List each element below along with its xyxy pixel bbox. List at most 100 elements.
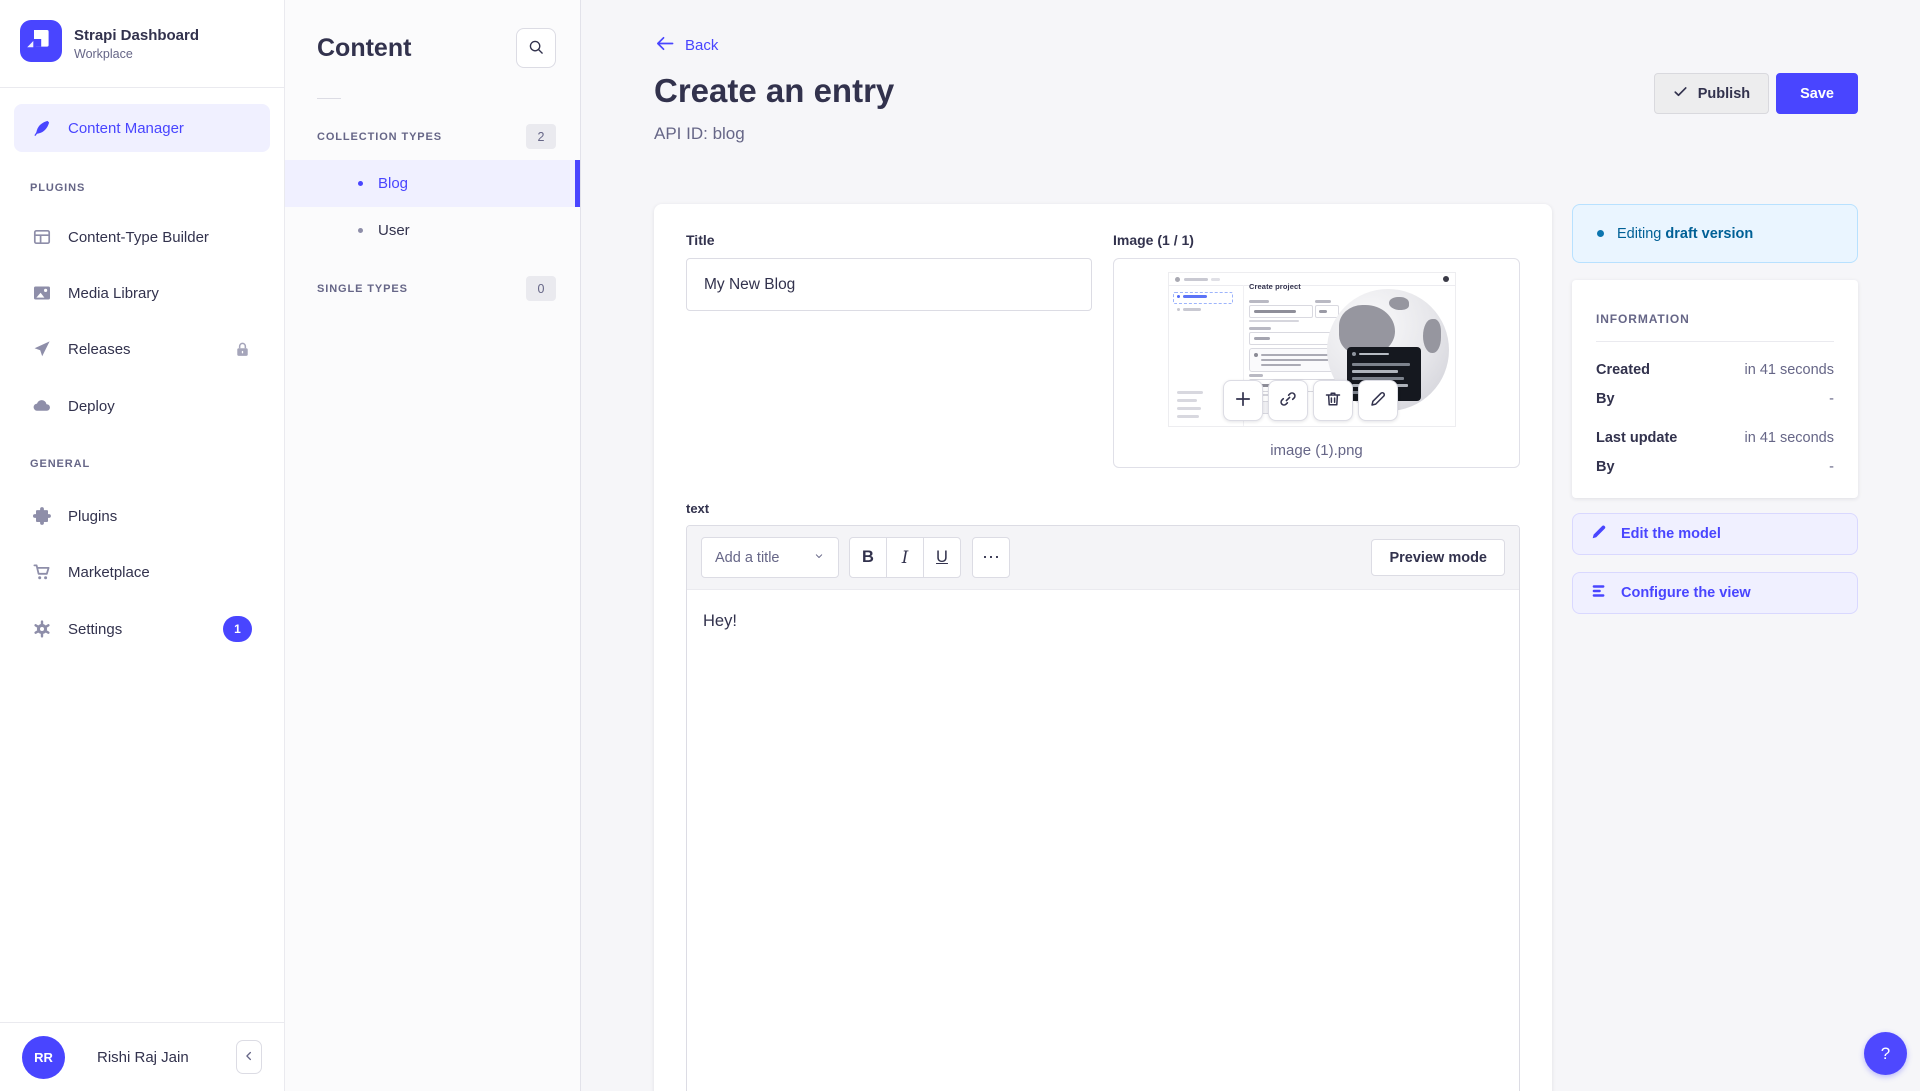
- thumbnail-logo: [1175, 277, 1180, 282]
- title-style-select[interactable]: Add a title: [701, 537, 839, 578]
- subnav-title: Content: [317, 34, 411, 63]
- text-field-label: text: [686, 501, 709, 516]
- single-types-header: SINGLE TYPES 0: [285, 276, 580, 301]
- configure-view-label: Configure the view: [1621, 585, 1751, 601]
- image-field-card: Create project: [1113, 258, 1520, 468]
- bullet-icon: [358, 181, 363, 186]
- subnav-item-user[interactable]: User: [285, 207, 580, 254]
- subnav-item-blog[interactable]: Blog: [285, 160, 580, 207]
- thumbnail-nav-bar: [1177, 391, 1203, 394]
- sidebar-item-label: Settings: [68, 621, 122, 638]
- thumbnail-avatar: [1443, 276, 1449, 282]
- richtext-editor: Add a title B I U ⋯ Preview mode Hey!: [686, 525, 1520, 1091]
- subnav-item-label: User: [378, 222, 410, 239]
- thumbnail-nav-bar: [1183, 308, 1201, 311]
- sidebar-section-plugins: PLUGINS: [30, 182, 85, 194]
- image-field-label: Image (1 / 1): [1113, 232, 1194, 248]
- sidebar-item-label: Marketplace: [68, 564, 150, 581]
- sidebar-item-plugins[interactable]: Plugins: [14, 494, 270, 538]
- info-value: in 41 seconds: [1745, 430, 1834, 446]
- search-icon: [527, 38, 545, 59]
- configure-view-button[interactable]: Configure the view: [1572, 572, 1858, 614]
- information-divider: [1596, 341, 1834, 342]
- thumbnail-label: [1249, 327, 1271, 330]
- draft-version-notice: Editing draft version: [1572, 204, 1858, 263]
- search-button[interactable]: [516, 28, 556, 68]
- sidebar-item-media-library[interactable]: Media Library: [14, 271, 270, 315]
- edit-model-button[interactable]: Edit the model: [1572, 513, 1858, 555]
- help-button[interactable]: ?: [1864, 1032, 1907, 1075]
- delete-image-button[interactable]: [1313, 380, 1353, 421]
- workspace-header[interactable]: Strapi Dashboard Workplace: [0, 0, 284, 88]
- list-settings-icon: [1590, 582, 1608, 604]
- info-value: -: [1829, 459, 1834, 475]
- sidebar-item-label: Plugins: [68, 508, 117, 525]
- title-input[interactable]: [686, 258, 1092, 311]
- sidebar-section-general: GENERAL: [30, 458, 90, 470]
- info-row-created-by: By -: [1596, 391, 1834, 407]
- trash-icon: [1323, 389, 1343, 412]
- thumbnail-nav-dot: [1177, 308, 1180, 311]
- sidebar-item-label: Releases: [68, 341, 131, 358]
- api-id-subtitle: API ID: blog: [654, 124, 745, 144]
- thumbnail-input: [1249, 305, 1313, 318]
- workspace-titles: Strapi Dashboard Workplace: [74, 27, 199, 61]
- pencil-icon: [1368, 389, 1388, 412]
- thumbnail-label: [1249, 374, 1263, 377]
- image-filename: image (1).png: [1114, 442, 1519, 459]
- sidebar-item-label: Content Manager: [68, 120, 184, 137]
- sidebar-item-marketplace[interactable]: Marketplace: [14, 550, 270, 594]
- page-title: Create an entry: [654, 72, 894, 110]
- publish-button[interactable]: Publish: [1654, 73, 1769, 114]
- sidebar-item-label: Content-Type Builder: [68, 229, 209, 246]
- subnav-item-label: Blog: [378, 175, 408, 192]
- sidebar-item-releases[interactable]: Releases: [14, 327, 270, 371]
- plus-icon: [1233, 389, 1253, 412]
- subnav-divider: [317, 98, 341, 99]
- user-name: Rishi Raj Jain: [97, 1049, 189, 1066]
- marketplace-cart-icon: [32, 562, 52, 582]
- link-icon: [1278, 389, 1298, 412]
- sidebar-item-label: Deploy: [68, 398, 115, 415]
- preview-mode-button[interactable]: Preview mode: [1371, 539, 1505, 576]
- check-icon: [1673, 84, 1688, 103]
- subnav-header: Content: [285, 0, 580, 68]
- bold-button[interactable]: B: [849, 537, 887, 578]
- info-label: Last update: [1596, 430, 1677, 446]
- editor-content[interactable]: Hey!: [687, 590, 1519, 653]
- sidebar-item-deploy[interactable]: Deploy: [14, 384, 270, 428]
- releases-icon: [32, 339, 52, 359]
- add-image-button[interactable]: [1223, 380, 1263, 421]
- format-button-group: B I U: [849, 537, 961, 578]
- underline-button[interactable]: U: [923, 537, 961, 578]
- title-field-label: Title: [686, 232, 715, 248]
- content-type-builder-icon: [32, 227, 52, 247]
- back-link[interactable]: Back: [655, 34, 718, 57]
- header-actions: Publish Save: [1654, 73, 1858, 114]
- info-row-updated-by: By -: [1596, 459, 1834, 475]
- bullet-icon: [358, 228, 363, 233]
- sidebar-item-settings[interactable]: Settings 1: [14, 607, 270, 651]
- settings-gear-icon: [32, 619, 52, 639]
- info-label: Created: [1596, 362, 1650, 378]
- thumbnail-nav-dot: [1177, 295, 1180, 298]
- sidebar-item-content-type-builder[interactable]: Content-Type Builder: [14, 215, 270, 259]
- user-avatar[interactable]: RR: [22, 1036, 65, 1079]
- sidebar-item-content-manager[interactable]: Content Manager: [14, 104, 270, 152]
- thumbnail-label: [1315, 300, 1331, 303]
- copy-link-button[interactable]: [1268, 380, 1308, 421]
- thumbnail-breadcrumb: [1184, 278, 1208, 281]
- save-button[interactable]: Save: [1776, 73, 1858, 114]
- workspace-name: Workplace: [74, 47, 199, 61]
- info-value: in 41 seconds: [1745, 362, 1834, 378]
- single-types-count-badge: 0: [526, 276, 556, 301]
- italic-button[interactable]: I: [886, 537, 924, 578]
- arrow-left-icon: [655, 34, 674, 57]
- more-formats-button[interactable]: ⋯: [972, 537, 1010, 578]
- entry-form-card: Title Image (1 / 1): [654, 204, 1552, 1091]
- collection-types-count-badge: 2: [526, 124, 556, 149]
- sidebar-collapse-button[interactable]: [236, 1040, 262, 1074]
- edit-image-button[interactable]: [1358, 380, 1398, 421]
- deploy-cloud-icon: [32, 396, 52, 416]
- title-style-value: Add a title: [715, 550, 780, 566]
